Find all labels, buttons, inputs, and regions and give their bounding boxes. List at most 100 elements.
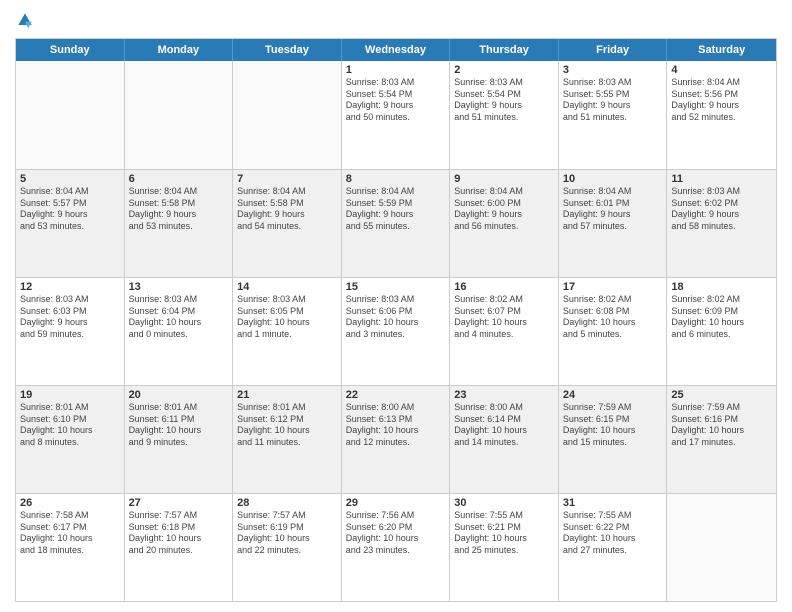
calendar-day: 13Sunrise: 8:03 AM Sunset: 6:04 PM Dayli… — [125, 278, 234, 385]
day-detail: Sunrise: 8:04 AM Sunset: 5:56 PM Dayligh… — [671, 77, 772, 124]
day-detail: Sunrise: 8:02 AM Sunset: 6:07 PM Dayligh… — [454, 294, 554, 341]
calendar-week-3: 12Sunrise: 8:03 AM Sunset: 6:03 PM Dayli… — [16, 277, 776, 385]
day-detail: Sunrise: 8:04 AM Sunset: 5:59 PM Dayligh… — [346, 186, 446, 233]
day-number: 14 — [237, 281, 337, 293]
calendar-day: 18Sunrise: 8:02 AM Sunset: 6:09 PM Dayli… — [667, 278, 776, 385]
day-number: 7 — [237, 173, 337, 185]
calendar-day — [233, 61, 342, 169]
day-number: 4 — [671, 64, 772, 76]
day-number: 9 — [454, 173, 554, 185]
day-detail: Sunrise: 7:59 AM Sunset: 6:15 PM Dayligh… — [563, 402, 663, 449]
day-number: 31 — [563, 497, 663, 509]
calendar-body: 1Sunrise: 8:03 AM Sunset: 5:54 PM Daylig… — [16, 61, 776, 601]
day-number: 18 — [671, 281, 772, 293]
day-detail: Sunrise: 8:01 AM Sunset: 6:10 PM Dayligh… — [20, 402, 120, 449]
day-detail: Sunrise: 7:55 AM Sunset: 6:22 PM Dayligh… — [563, 510, 663, 557]
weekday-header-friday: Friday — [559, 39, 668, 61]
weekday-header-tuesday: Tuesday — [233, 39, 342, 61]
day-number: 29 — [346, 497, 446, 509]
day-number: 13 — [129, 281, 229, 293]
day-number: 30 — [454, 497, 554, 509]
day-number: 23 — [454, 389, 554, 401]
day-detail: Sunrise: 8:03 AM Sunset: 5:55 PM Dayligh… — [563, 77, 663, 124]
calendar-day: 17Sunrise: 8:02 AM Sunset: 6:08 PM Dayli… — [559, 278, 668, 385]
calendar-week-4: 19Sunrise: 8:01 AM Sunset: 6:10 PM Dayli… — [16, 385, 776, 493]
day-number: 5 — [20, 173, 120, 185]
weekday-header-saturday: Saturday — [667, 39, 776, 61]
calendar-day: 22Sunrise: 8:00 AM Sunset: 6:13 PM Dayli… — [342, 386, 451, 493]
day-number: 21 — [237, 389, 337, 401]
calendar-day: 16Sunrise: 8:02 AM Sunset: 6:07 PM Dayli… — [450, 278, 559, 385]
calendar-day: 27Sunrise: 7:57 AM Sunset: 6:18 PM Dayli… — [125, 494, 234, 601]
day-number: 8 — [346, 173, 446, 185]
calendar-header-row: SundayMondayTuesdayWednesdayThursdayFrid… — [16, 39, 776, 61]
page: SundayMondayTuesdayWednesdayThursdayFrid… — [0, 0, 792, 612]
calendar-day: 12Sunrise: 8:03 AM Sunset: 6:03 PM Dayli… — [16, 278, 125, 385]
calendar-day: 5Sunrise: 8:04 AM Sunset: 5:57 PM Daylig… — [16, 170, 125, 277]
calendar-day: 19Sunrise: 8:01 AM Sunset: 6:10 PM Dayli… — [16, 386, 125, 493]
day-detail: Sunrise: 8:04 AM Sunset: 5:57 PM Dayligh… — [20, 186, 120, 233]
day-detail: Sunrise: 7:57 AM Sunset: 6:18 PM Dayligh… — [129, 510, 229, 557]
day-detail: Sunrise: 8:04 AM Sunset: 6:01 PM Dayligh… — [563, 186, 663, 233]
day-detail: Sunrise: 8:04 AM Sunset: 6:00 PM Dayligh… — [454, 186, 554, 233]
day-number: 20 — [129, 389, 229, 401]
calendar: SundayMondayTuesdayWednesdayThursdayFrid… — [15, 38, 777, 602]
logo-icon — [15, 10, 35, 30]
calendar-day: 29Sunrise: 7:56 AM Sunset: 6:20 PM Dayli… — [342, 494, 451, 601]
calendar-week-1: 1Sunrise: 8:03 AM Sunset: 5:54 PM Daylig… — [16, 61, 776, 169]
day-detail: Sunrise: 8:03 AM Sunset: 6:03 PM Dayligh… — [20, 294, 120, 341]
calendar-day: 31Sunrise: 7:55 AM Sunset: 6:22 PM Dayli… — [559, 494, 668, 601]
day-number: 16 — [454, 281, 554, 293]
logo — [15, 10, 39, 30]
calendar-day: 25Sunrise: 7:59 AM Sunset: 6:16 PM Dayli… — [667, 386, 776, 493]
day-number: 12 — [20, 281, 120, 293]
calendar-day: 9Sunrise: 8:04 AM Sunset: 6:00 PM Daylig… — [450, 170, 559, 277]
calendar-day: 15Sunrise: 8:03 AM Sunset: 6:06 PM Dayli… — [342, 278, 451, 385]
day-detail: Sunrise: 8:01 AM Sunset: 6:12 PM Dayligh… — [237, 402, 337, 449]
calendar-day: 30Sunrise: 7:55 AM Sunset: 6:21 PM Dayli… — [450, 494, 559, 601]
day-detail: Sunrise: 7:58 AM Sunset: 6:17 PM Dayligh… — [20, 510, 120, 557]
day-number: 2 — [454, 64, 554, 76]
day-detail: Sunrise: 7:55 AM Sunset: 6:21 PM Dayligh… — [454, 510, 554, 557]
calendar-day: 8Sunrise: 8:04 AM Sunset: 5:59 PM Daylig… — [342, 170, 451, 277]
calendar-day: 28Sunrise: 7:57 AM Sunset: 6:19 PM Dayli… — [233, 494, 342, 601]
day-number: 6 — [129, 173, 229, 185]
calendar-day: 1Sunrise: 8:03 AM Sunset: 5:54 PM Daylig… — [342, 61, 451, 169]
day-detail: Sunrise: 8:00 AM Sunset: 6:13 PM Dayligh… — [346, 402, 446, 449]
calendar-day: 26Sunrise: 7:58 AM Sunset: 6:17 PM Dayli… — [16, 494, 125, 601]
day-detail: Sunrise: 7:56 AM Sunset: 6:20 PM Dayligh… — [346, 510, 446, 557]
day-detail: Sunrise: 8:03 AM Sunset: 6:02 PM Dayligh… — [671, 186, 772, 233]
day-detail: Sunrise: 8:03 AM Sunset: 6:05 PM Dayligh… — [237, 294, 337, 341]
day-number: 26 — [20, 497, 120, 509]
day-detail: Sunrise: 8:03 AM Sunset: 5:54 PM Dayligh… — [454, 77, 554, 124]
calendar-week-5: 26Sunrise: 7:58 AM Sunset: 6:17 PM Dayli… — [16, 493, 776, 601]
weekday-header-sunday: Sunday — [16, 39, 125, 61]
calendar-day: 23Sunrise: 8:00 AM Sunset: 6:14 PM Dayli… — [450, 386, 559, 493]
day-detail: Sunrise: 8:00 AM Sunset: 6:14 PM Dayligh… — [454, 402, 554, 449]
calendar-day: 2Sunrise: 8:03 AM Sunset: 5:54 PM Daylig… — [450, 61, 559, 169]
calendar-week-2: 5Sunrise: 8:04 AM Sunset: 5:57 PM Daylig… — [16, 169, 776, 277]
day-number: 24 — [563, 389, 663, 401]
calendar-day: 20Sunrise: 8:01 AM Sunset: 6:11 PM Dayli… — [125, 386, 234, 493]
day-number: 3 — [563, 64, 663, 76]
day-number: 27 — [129, 497, 229, 509]
calendar-day: 6Sunrise: 8:04 AM Sunset: 5:58 PM Daylig… — [125, 170, 234, 277]
day-detail: Sunrise: 8:02 AM Sunset: 6:09 PM Dayligh… — [671, 294, 772, 341]
day-detail: Sunrise: 8:03 AM Sunset: 5:54 PM Dayligh… — [346, 77, 446, 124]
day-detail: Sunrise: 7:57 AM Sunset: 6:19 PM Dayligh… — [237, 510, 337, 557]
header — [15, 10, 777, 30]
calendar-day: 4Sunrise: 8:04 AM Sunset: 5:56 PM Daylig… — [667, 61, 776, 169]
day-number: 17 — [563, 281, 663, 293]
day-detail: Sunrise: 8:03 AM Sunset: 6:06 PM Dayligh… — [346, 294, 446, 341]
weekday-header-monday: Monday — [125, 39, 234, 61]
day-detail: Sunrise: 8:04 AM Sunset: 5:58 PM Dayligh… — [129, 186, 229, 233]
day-detail: Sunrise: 8:02 AM Sunset: 6:08 PM Dayligh… — [563, 294, 663, 341]
day-detail: Sunrise: 8:04 AM Sunset: 5:58 PM Dayligh… — [237, 186, 337, 233]
day-number: 10 — [563, 173, 663, 185]
day-detail: Sunrise: 7:59 AM Sunset: 6:16 PM Dayligh… — [671, 402, 772, 449]
day-number: 22 — [346, 389, 446, 401]
calendar-day — [16, 61, 125, 169]
calendar-day: 10Sunrise: 8:04 AM Sunset: 6:01 PM Dayli… — [559, 170, 668, 277]
day-number: 15 — [346, 281, 446, 293]
calendar-day: 3Sunrise: 8:03 AM Sunset: 5:55 PM Daylig… — [559, 61, 668, 169]
